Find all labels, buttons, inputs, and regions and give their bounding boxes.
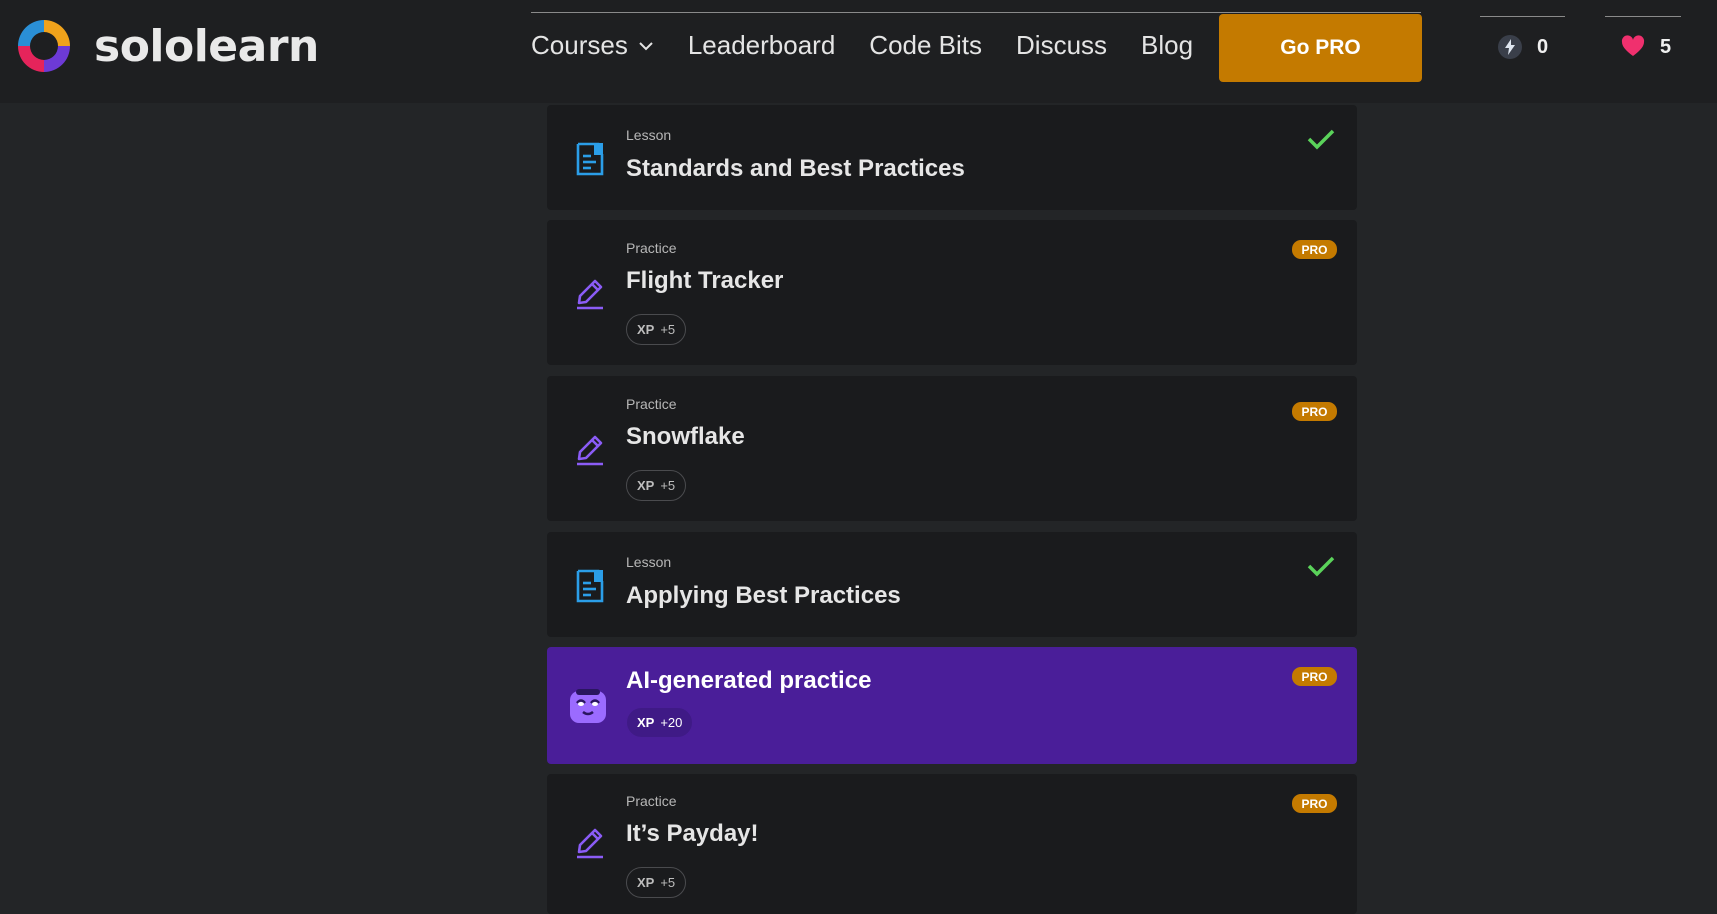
item-kind: Lesson (626, 127, 672, 143)
lightning-icon (1498, 35, 1522, 59)
item-kind: Practice (626, 396, 677, 412)
pro-badge: PRO (1292, 667, 1337, 686)
item-kind: Practice (626, 793, 677, 809)
brand-logo[interactable]: sololearn (14, 16, 319, 76)
xp-value: +5 (660, 322, 676, 337)
hearts-value: 5 (1660, 35, 1672, 58)
item-title: Standards and Best Practices (626, 155, 965, 182)
xp-label: XP (637, 875, 655, 890)
list-item-flight-tracker[interactable]: Practice Flight Tracker XP +5 PRO (547, 220, 1357, 365)
item-title: It’s Payday! (626, 820, 759, 847)
pro-badge: PRO (1292, 402, 1337, 421)
ai-mascot-icon (570, 689, 606, 723)
nav-discuss[interactable]: Discuss (1016, 30, 1107, 61)
heart-icon (1621, 35, 1645, 56)
practice-pencil-icon (577, 435, 603, 466)
xp-label: XP (637, 322, 655, 337)
nav-leaderboard[interactable]: Leaderboard (688, 30, 835, 61)
item-title: Flight Tracker (626, 267, 784, 294)
lesson-icon (576, 142, 604, 176)
nav-courses[interactable]: Courses (531, 30, 654, 61)
go-pro-button[interactable]: Go PRO (1219, 14, 1422, 82)
nav-divider (531, 12, 1421, 13)
list-item-ai-practice[interactable]: AI-generated practice XP +20 PRO (547, 647, 1357, 764)
item-title: Applying Best Practices (626, 582, 901, 609)
chevron-down-icon (639, 41, 653, 50)
item-title: AI-generated practice (626, 667, 872, 694)
nav-courses-label: Courses (531, 30, 628, 60)
xp-label: XP (637, 715, 655, 730)
nav-code-bits[interactable]: Code Bits (869, 30, 982, 61)
xp-badge: XP +20 (626, 707, 694, 738)
checkmark-icon (1307, 556, 1335, 577)
sololearn-logo-icon (18, 20, 70, 72)
item-kind: Lesson (626, 554, 672, 570)
pro-badge: PRO (1292, 794, 1337, 813)
streak-counter[interactable]: 0 (1497, 34, 1548, 60)
list-item-snowflake[interactable]: Practice Snowflake XP +5 PRO (547, 376, 1357, 521)
xp-badge: XP +5 (626, 314, 687, 345)
practice-pencil-icon (577, 279, 603, 310)
xp-label: XP (637, 478, 655, 493)
streak-divider (1480, 16, 1565, 17)
pro-badge: PRO (1292, 240, 1337, 259)
list-item-applying[interactable]: Lesson Applying Best Practices (547, 532, 1357, 637)
checkmark-icon (1307, 129, 1335, 150)
practice-pencil-icon (577, 828, 603, 859)
xp-badge: XP +5 (626, 470, 687, 501)
nav-blog[interactable]: Blog (1141, 30, 1193, 61)
hearts-counter[interactable]: 5 (1620, 34, 1671, 60)
lesson-icon (576, 569, 604, 603)
item-title: Snowflake (626, 423, 745, 450)
hearts-divider (1605, 16, 1681, 17)
xp-value: +20 (660, 715, 683, 730)
main-nav: Courses Leaderboard Code Bits Discuss Bl… (531, 30, 1227, 61)
xp-value: +5 (660, 478, 676, 493)
item-kind: Practice (626, 240, 677, 256)
xp-value: +5 (660, 875, 676, 890)
xp-badge: XP +5 (626, 867, 687, 898)
streak-value: 0 (1537, 35, 1549, 58)
list-item-payday[interactable]: Practice It’s Payday! XP +5 PRO (547, 774, 1357, 914)
brand-name: sololearn (94, 20, 319, 72)
top-header: sololearn Courses Leaderboard Code Bits … (0, 0, 1717, 103)
list-item-standards[interactable]: Lesson Standards and Best Practices (547, 105, 1357, 210)
